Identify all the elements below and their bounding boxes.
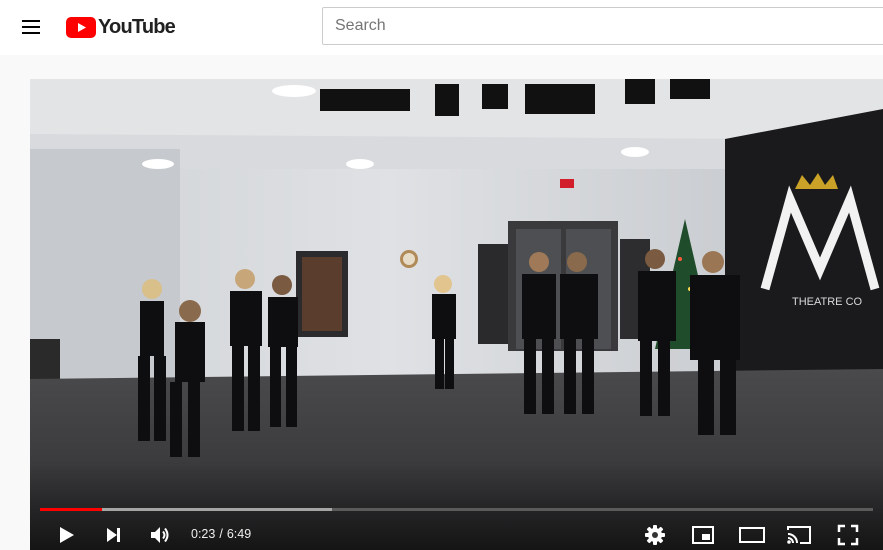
menu-icon[interactable]	[14, 10, 48, 44]
duration: 6:49	[226, 527, 252, 541]
logo-text: YouTube	[98, 15, 176, 38]
play-button[interactable]	[54, 523, 78, 547]
cast-button[interactable]	[786, 523, 812, 547]
next-icon	[107, 528, 120, 542]
current-time: 0:23	[191, 527, 216, 541]
masthead: YouTube	[0, 0, 883, 55]
theater-mode-button[interactable]	[738, 523, 766, 547]
youtube-logo[interactable]: YouTube	[66, 14, 176, 40]
search-input[interactable]	[322, 7, 883, 45]
progress-bar[interactable]	[40, 508, 873, 511]
play-icon	[60, 527, 74, 543]
video-player[interactable]: THEATRE CO 0:23 / 6:49	[30, 79, 883, 550]
wall-sign-text: THEATRE CO	[792, 296, 863, 308]
next-button[interactable]	[102, 523, 126, 547]
fullscreen-icon	[837, 524, 859, 546]
cast-icon	[787, 526, 811, 544]
played-bar	[40, 508, 102, 511]
miniplayer-icon	[692, 526, 714, 544]
fullscreen-button[interactable]	[836, 523, 860, 547]
time-separator: /	[219, 527, 223, 541]
time-display: 0:23 / 6:49	[191, 527, 251, 541]
volume-icon	[151, 527, 169, 543]
youtube-logo-icon	[66, 16, 96, 38]
miniplayer-button[interactable]	[691, 523, 715, 547]
theater-mode-icon	[739, 527, 765, 543]
gear-icon	[645, 525, 665, 545]
volume-button[interactable]	[148, 523, 172, 547]
settings-button[interactable]	[643, 523, 667, 547]
